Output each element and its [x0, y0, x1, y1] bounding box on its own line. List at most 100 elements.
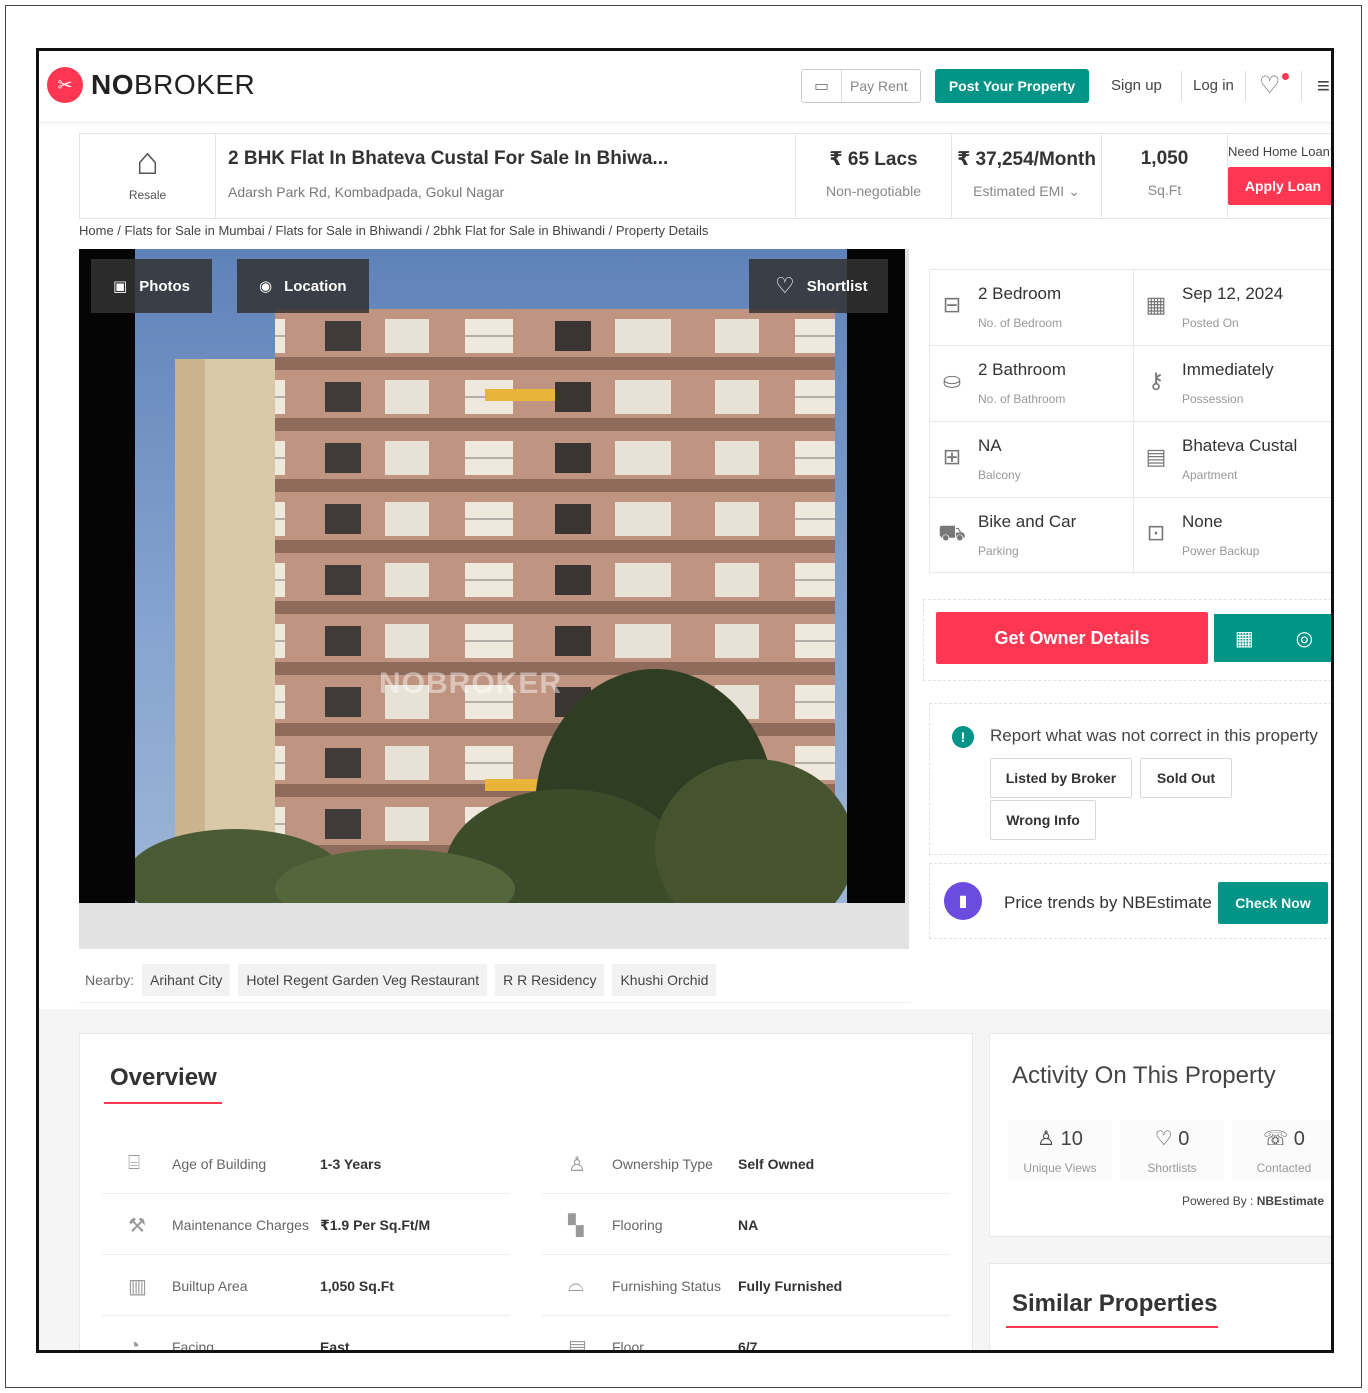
stat-label: Unique Views: [1023, 1161, 1097, 1175]
report-wrong-info-button[interactable]: Wrong Info: [990, 800, 1096, 840]
overview-row-ownership: ♙ Ownership Type Self Owned: [542, 1134, 950, 1194]
nav-divider: [1245, 71, 1246, 101]
nearby-place-chip[interactable]: Hotel Regent Garden Veg Restaurant: [238, 963, 488, 996]
title-cell: 2 BHK Flat In Bhateva Custal For Sale In…: [216, 134, 796, 218]
calendar-icon[interactable]: ▦: [1235, 626, 1254, 651]
emi-cell[interactable]: ₹ 37,254/Month Estimated EMI ⌄: [952, 134, 1102, 218]
nobroker-watermark: NOBROKER: [379, 667, 563, 700]
stat-shortlists: ♡ 0 Shortlists: [1120, 1120, 1224, 1180]
post-property-button[interactable]: Post Your Property: [935, 69, 1089, 103]
nearby-place-chip[interactable]: R R Residency: [495, 963, 605, 996]
nearby-place-chip[interactable]: Khushi Orchid: [612, 963, 717, 996]
report-sold-out-button[interactable]: Sold Out: [1140, 758, 1232, 798]
activity-card: Activity On This Property ♙ 10 Unique Vi…: [989, 1033, 1331, 1237]
overview-value: Self Owned: [738, 1156, 815, 1172]
overview-value: ₹1.9 Per Sq.Ft/M: [320, 1217, 431, 1233]
overview-label: Furnishing Status: [612, 1278, 721, 1294]
nearby-place-chip[interactable]: Arihant City: [142, 963, 231, 996]
heart-icon: ♡: [775, 273, 795, 298]
photo-gallery: ▣ Photos ◉ Location ♡ Shortlist NOBROKER: [79, 249, 909, 949]
location-button[interactable]: ◉ Location: [237, 259, 369, 313]
sofa-icon: ⌓: [568, 1274, 584, 1296]
fact-value: 2 Bedroom: [978, 284, 1062, 303]
building-icon: ▤: [1145, 444, 1167, 469]
car-icon: ⛟: [938, 520, 966, 545]
logo-text: NOBROKER: [91, 69, 256, 100]
get-owner-details-button[interactable]: Get Owner Details: [936, 612, 1208, 664]
signup-link[interactable]: Sign up: [1111, 77, 1162, 94]
fact-bathroom: ⛀ 2 Bathroom No. of Bathroom: [930, 346, 1134, 422]
overview-label: Flooring: [612, 1217, 663, 1233]
fact-posted-on: ▦ Sep 12, 2024 Posted On: [1134, 270, 1331, 346]
resale-house-icon: ⌂: [136, 141, 159, 183]
similar-properties-card: Similar Properties: [989, 1263, 1331, 1353]
price-note: Non-negotiable: [826, 183, 921, 199]
price-trends-text: Price trends by NBEstimate: [1004, 893, 1212, 912]
fact-apartment: ▤ Bhateva Custal Apartment: [1134, 422, 1331, 498]
property-address: Adarsh Park Rd, Kombadpada, Gokul Nagar: [228, 184, 505, 200]
overview-row-age: ⌸ Age of Building 1-3 Years: [102, 1134, 510, 1194]
fact-value: Immediately: [1182, 360, 1274, 379]
login-link[interactable]: Log in: [1193, 77, 1234, 94]
browser-viewport: ✂ NOBROKER ▭ Pay Rent Post Your Property…: [36, 48, 1334, 1353]
nobroker-logo[interactable]: ✂ NOBROKER: [47, 67, 255, 103]
title-underline: [104, 1102, 222, 1104]
fact-label: No. of Bedroom: [978, 316, 1063, 330]
price-value: ₹ 65 Lacs: [829, 149, 918, 170]
property-summary-bar: ⌂ Resale 2 BHK Flat In Bhateva Custal Fo…: [79, 133, 1331, 219]
shortlist-heart-icon[interactable]: ♡: [1259, 71, 1281, 100]
chevron-down-icon: ⌄: [1068, 183, 1080, 199]
listing-type-cell: ⌂ Resale: [80, 134, 216, 218]
stat-value: ♙ 10: [1037, 1128, 1083, 1150]
contact-actions: Get Owner Details ▦ ◎: [923, 599, 1331, 681]
floor-icon: ▤: [568, 1337, 587, 1353]
balcony-icon: ⊞: [942, 444, 962, 469]
person-icon: ♙: [568, 1154, 586, 1176]
calendar-icon: ▦: [1145, 292, 1167, 317]
area-unit: Sq.Ft: [1147, 182, 1182, 198]
home-loan-cell: Need Home Loan? Apply Loan: [1228, 134, 1331, 218]
fact-value: Bhateva Custal: [1182, 436, 1298, 455]
battery-icon: ⊡: [1146, 520, 1166, 545]
tiles-icon: ▚: [568, 1215, 584, 1237]
overview-value: 6/7: [738, 1339, 758, 1353]
shortlist-button[interactable]: ♡ Shortlist: [749, 259, 888, 313]
notification-dot: [1282, 73, 1289, 80]
compass-icon: ◔: [128, 1335, 141, 1353]
overview-row-flooring: ▚ Flooring NA: [542, 1195, 950, 1255]
hamburger-menu-icon[interactable]: ≡: [1317, 73, 1330, 99]
bed-icon: ⊟: [942, 292, 962, 317]
similar-properties-title: Similar Properties: [1012, 1290, 1218, 1317]
chat-icon[interactable]: ◎: [1296, 626, 1313, 651]
fact-label: Balcony: [978, 468, 1021, 482]
nearby-label: Nearby:: [85, 971, 135, 988]
bar-chart-icon: ▮: [944, 882, 982, 920]
overview-value: Fully Furnished: [738, 1278, 843, 1294]
apply-loan-button[interactable]: Apply Loan: [1228, 167, 1331, 205]
emi-note: Estimated EMI ⌄: [973, 183, 1080, 199]
report-listed-by-broker-button[interactable]: Listed by Broker: [990, 758, 1132, 798]
nav-divider: [1301, 71, 1302, 101]
fact-possession: ⚷ Immediately Possession: [1134, 346, 1331, 422]
tools-icon: ⚒: [128, 1215, 146, 1237]
property-photo[interactable]: ▣ Photos ◉ Location ♡ Shortlist NOBROKER: [79, 249, 905, 903]
breadcrumb[interactable]: Home / Flats for Sale in Mumbai / Flats …: [79, 223, 708, 238]
check-now-button[interactable]: Check Now: [1218, 882, 1328, 924]
report-prompt: Report what was not correct in this prop…: [990, 726, 1318, 745]
similar-property-thumbnail[interactable]: [1006, 1350, 1124, 1353]
bath-icon: ⛀: [942, 368, 962, 393]
fact-bedroom: ⊟ 2 Bedroom No. of Bedroom: [930, 270, 1134, 346]
overview-row-facing: ◔ Facing East: [102, 1317, 510, 1353]
fact-label: Posted On: [1182, 316, 1239, 330]
building-illustration: [125, 309, 855, 903]
pay-rent-button[interactable]: ▭ Pay Rent: [801, 69, 921, 103]
fact-label: Possession: [1182, 392, 1244, 406]
stat-label: Contacted: [1256, 1161, 1312, 1175]
photos-button[interactable]: ▣ Photos: [91, 259, 213, 313]
top-navbar: ✂ NOBROKER ▭ Pay Rent Post Your Property…: [39, 51, 1331, 123]
overview-label: Floor: [612, 1339, 644, 1353]
area-icon: ▥: [128, 1276, 147, 1298]
nearby-places: Nearby: Arihant City Hotel Regent Garden…: [79, 957, 911, 1003]
overview-value: East: [320, 1339, 350, 1353]
fact-balcony: ⊞ NA Balcony: [930, 422, 1134, 498]
